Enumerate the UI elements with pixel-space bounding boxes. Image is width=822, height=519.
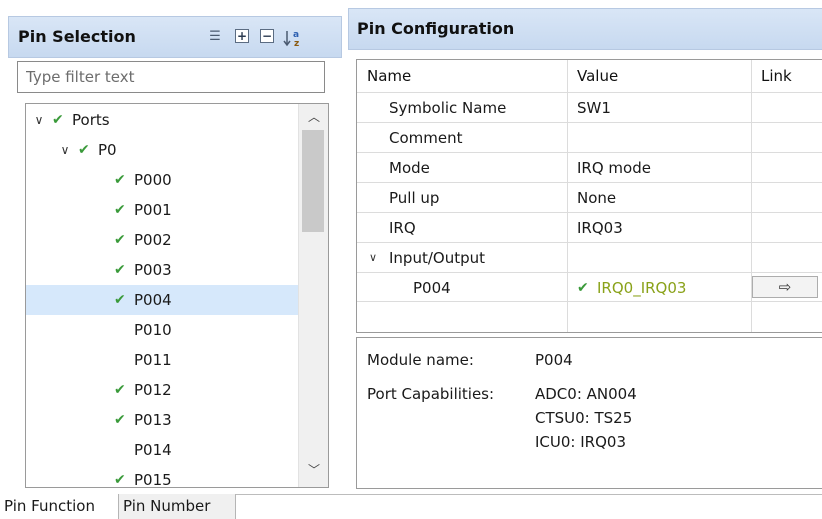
sort-alpha-icon[interactable]: a z bbox=[283, 29, 305, 49]
table-row[interactable]: IRQ IRQ03 bbox=[357, 212, 822, 242]
table-row[interactable]: Mode IRQ mode bbox=[357, 152, 822, 182]
filter-input[interactable] bbox=[17, 61, 325, 93]
row-name: Mode bbox=[389, 159, 430, 177]
row-value[interactable]: IRQ mode bbox=[577, 153, 651, 183]
tree-item-label: P001 bbox=[134, 201, 172, 219]
table-row[interactable]: Comment bbox=[357, 122, 822, 152]
port-capability: CTSU0: TS25 bbox=[535, 409, 633, 427]
row-name: IRQ bbox=[389, 219, 416, 237]
table-row[interactable]: Pull up None bbox=[357, 182, 822, 212]
scroll-up-icon[interactable]: ︿ bbox=[299, 106, 328, 128]
tree-item-p013[interactable]: ✔ P013 bbox=[26, 405, 298, 435]
tree-item-ports[interactable]: ∨ ✔ Ports bbox=[26, 105, 298, 135]
row-name: Input/Output bbox=[389, 249, 485, 267]
pin-configuration-header: Pin Configuration bbox=[348, 8, 822, 50]
check-icon: ✔ bbox=[52, 112, 64, 128]
scroll-down-icon[interactable]: ﹀ bbox=[299, 459, 328, 481]
tree-item-label: P015 bbox=[134, 471, 172, 488]
check-icon: ✔ bbox=[114, 472, 126, 488]
row-value[interactable]: None bbox=[577, 183, 616, 213]
row-name: Symbolic Name bbox=[389, 99, 507, 117]
column-header-link[interactable]: Link bbox=[761, 67, 792, 85]
row-name: P004 bbox=[413, 279, 451, 297]
tree-item-p014[interactable]: P014 bbox=[26, 435, 298, 465]
check-icon: ✔ bbox=[114, 232, 126, 248]
tree-item-label: P010 bbox=[134, 321, 172, 339]
expand-all-icon[interactable]: + bbox=[235, 29, 249, 43]
tab-pin-function[interactable]: Pin Function bbox=[0, 494, 118, 519]
check-icon: ✔ bbox=[114, 382, 126, 398]
check-icon: ✔ bbox=[78, 142, 90, 158]
tree-item-p001[interactable]: ✔ P001 bbox=[26, 195, 298, 225]
check-icon: ✔ bbox=[114, 292, 126, 308]
check-icon: ✔ bbox=[114, 412, 126, 428]
check-icon: ✔ bbox=[577, 280, 589, 296]
pin-tree: ∨ ✔ Ports ∨ ✔ P0 ✔ P000 ✔ P001 ✔ P002 ✔ P003 ✔ P004 P010… bbox=[25, 103, 329, 488]
tree-item-label: P004 bbox=[134, 291, 172, 309]
tree-item-p002[interactable]: ✔ P002 bbox=[26, 225, 298, 255]
table-row[interactable]: Symbolic Name SW1 bbox=[357, 92, 822, 122]
tree-item-p0[interactable]: ∨ ✔ P0 bbox=[26, 135, 298, 165]
tree-item-p010[interactable]: P010 bbox=[26, 315, 298, 345]
chevron-down-icon[interactable]: ∨ bbox=[32, 105, 46, 135]
tree-item-label: P012 bbox=[134, 381, 172, 399]
tree-scrollbar[interactable]: ︿ ﹀ bbox=[298, 104, 328, 487]
row-value[interactable]: SW1 bbox=[577, 93, 611, 123]
tree-item-p004[interactable]: ✔ P004 bbox=[26, 285, 298, 315]
tree-item-p012[interactable]: ✔ P012 bbox=[26, 375, 298, 405]
tree-item-p003[interactable]: ✔ P003 bbox=[26, 255, 298, 285]
tree-item-label: P002 bbox=[134, 231, 172, 249]
pin-selection-title: Pin Selection bbox=[18, 27, 136, 46]
row-value[interactable]: IRQ0_IRQ03 bbox=[597, 273, 686, 303]
tree-item-label: P013 bbox=[134, 411, 172, 429]
check-icon: ✔ bbox=[114, 202, 126, 218]
tree-item-label: P011 bbox=[134, 351, 172, 369]
pin-configuration-table: Name Value Link Symbolic Name SW1 Commen… bbox=[356, 59, 822, 333]
pin-info-box: Module name: P004 Port Capabilities: ADC… bbox=[356, 337, 822, 489]
tree-item-label: P014 bbox=[134, 441, 172, 459]
table-row[interactable]: P004 ✔ IRQ0_IRQ03 ⇨ bbox=[357, 272, 822, 302]
port-capability: ICU0: IRQ03 bbox=[535, 433, 626, 451]
tree-item-p015[interactable]: ✔ P015 bbox=[26, 465, 298, 488]
table-row[interactable]: ∨ Input/Output bbox=[357, 242, 822, 272]
scroll-thumb[interactable] bbox=[302, 130, 324, 232]
port-capability: ADC0: AN004 bbox=[535, 385, 637, 403]
row-value[interactable]: IRQ03 bbox=[577, 213, 623, 243]
column-header-value[interactable]: Value bbox=[577, 67, 618, 85]
module-name-value: P004 bbox=[535, 351, 573, 369]
collapse-all-icon[interactable]: − bbox=[260, 29, 274, 43]
tree-item-label: P000 bbox=[134, 171, 172, 189]
svg-text:z: z bbox=[294, 39, 299, 47]
link-arrow-button[interactable]: ⇨ bbox=[752, 276, 818, 298]
tab-pin-number[interactable]: Pin Number bbox=[118, 494, 236, 519]
chevron-down-icon[interactable]: ∨ bbox=[58, 135, 72, 165]
list-view-icon[interactable]: ☰ bbox=[207, 29, 223, 45]
tree-item-label: Ports bbox=[72, 111, 110, 129]
port-capabilities-label: Port Capabilities: bbox=[367, 385, 495, 403]
row-name: Comment bbox=[389, 129, 463, 147]
pin-selection-header: Pin Selection ☰ + − a z bbox=[8, 16, 342, 58]
module-name-label: Module name: bbox=[367, 351, 474, 369]
check-icon: ✔ bbox=[114, 262, 126, 278]
tree-item-label: P0 bbox=[98, 141, 117, 159]
tree-item-p000[interactable]: ✔ P000 bbox=[26, 165, 298, 195]
row-name: Pull up bbox=[389, 189, 440, 207]
chevron-down-icon[interactable]: ∨ bbox=[369, 243, 377, 273]
pin-configuration-title: Pin Configuration bbox=[357, 19, 515, 38]
tree-item-p011[interactable]: P011 bbox=[26, 345, 298, 375]
bottom-tab-bar: Pin Function Pin Number bbox=[0, 494, 822, 519]
column-header-name[interactable]: Name bbox=[367, 67, 411, 85]
tree-item-label: P003 bbox=[134, 261, 172, 279]
check-icon: ✔ bbox=[114, 172, 126, 188]
